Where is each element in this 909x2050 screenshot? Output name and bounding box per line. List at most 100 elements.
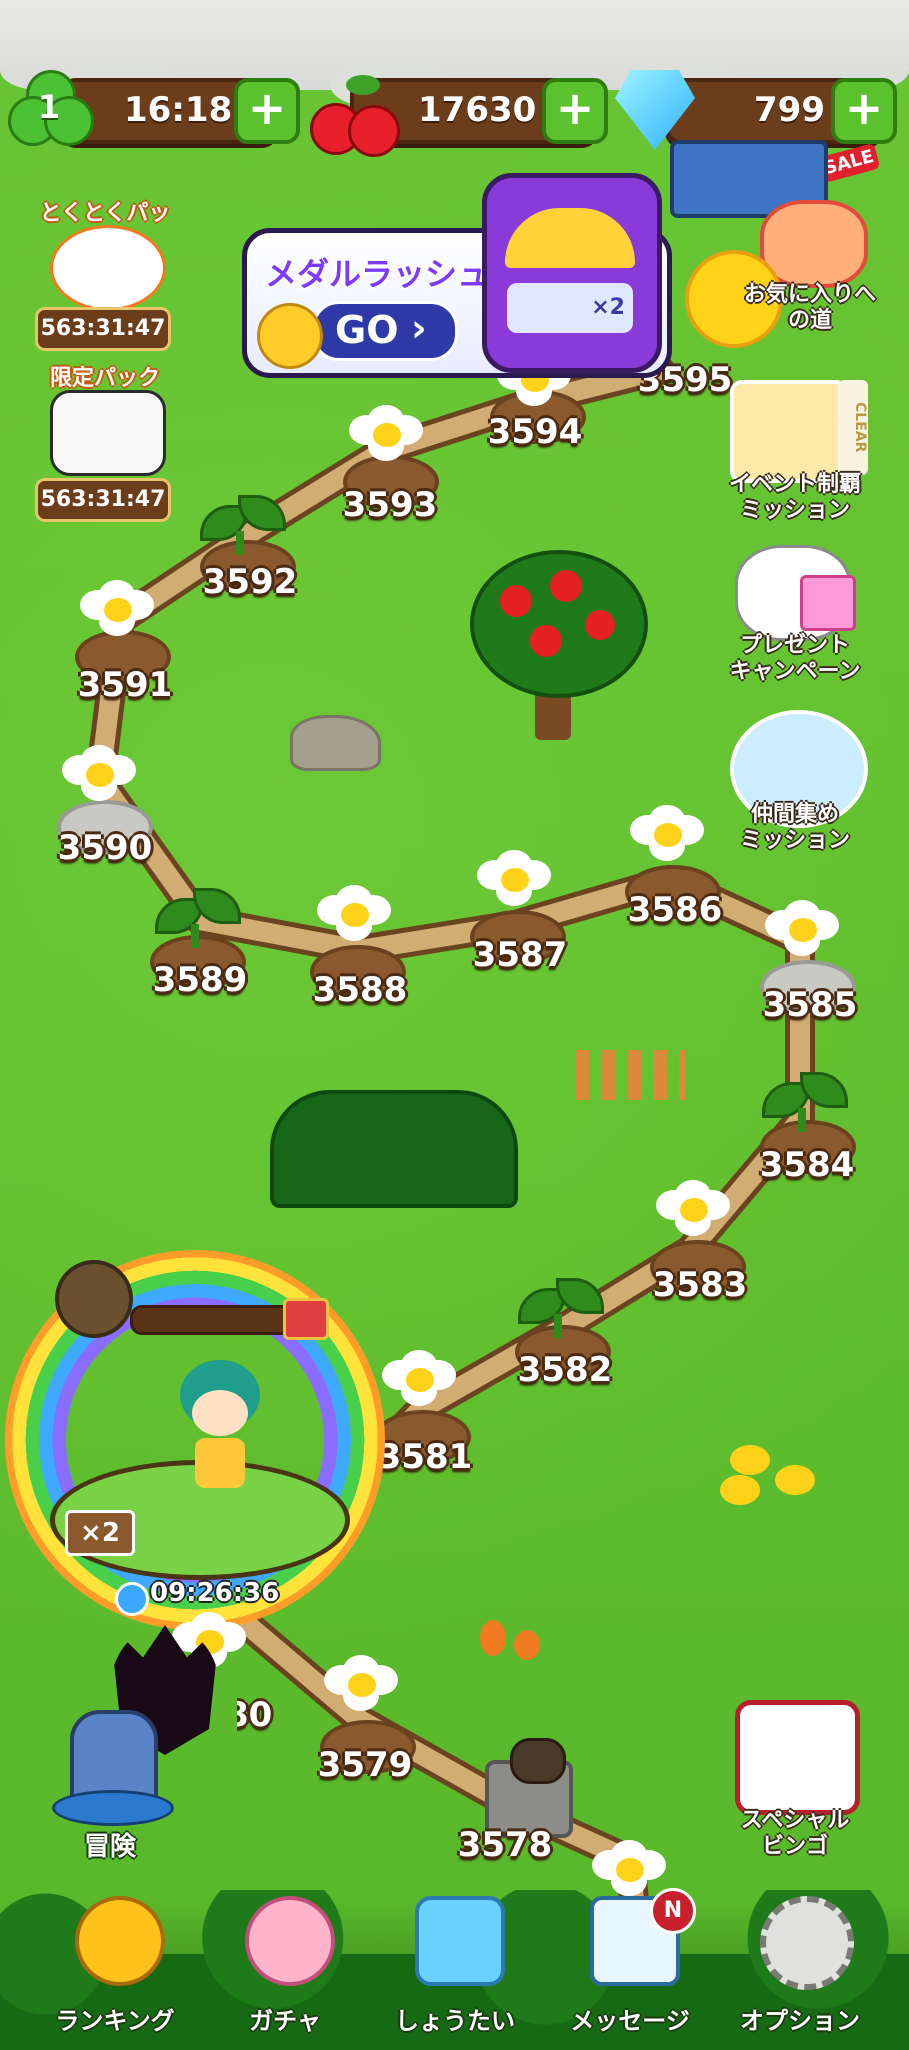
stage-3587[interactable]: 3587 (460, 935, 580, 975)
pack-title: 限定パック (49, 366, 160, 391)
multiplier-label: ×2 (507, 283, 633, 333)
flower-icon (80, 580, 154, 640)
gem-count: 799 (754, 90, 825, 130)
nav-option-label: オプション (740, 2007, 860, 2035)
character (170, 1360, 270, 1490)
nav-invite[interactable]: しょうたい (380, 1896, 530, 2036)
sprout-icon (155, 888, 241, 948)
flower-icon (317, 885, 391, 945)
clover-timer: 16:18 (124, 90, 233, 130)
slot-machine-icon: ×2 (482, 173, 662, 373)
event-mission-label: イベント制覇 ミッション (728, 472, 861, 523)
explorer-icon (730, 380, 848, 483)
level-number: 1 (37, 88, 61, 126)
flower-icon (349, 405, 423, 465)
special-bingo-label: スペシャル ビンゴ (740, 1808, 850, 1859)
tower-base (52, 1790, 174, 1826)
carrots (480, 1600, 550, 1660)
stage-3584[interactable]: 3584 (747, 1145, 867, 1185)
bunny-icon (245, 1896, 335, 1986)
special-bingo-button[interactable]: スペシャル ビンゴ (720, 1700, 870, 1859)
go-button[interactable]: GO › (312, 301, 458, 361)
stage-3594[interactable]: 3594 (475, 412, 595, 452)
bush (270, 1090, 518, 1208)
lock-icon (510, 1738, 566, 1784)
stage-3579[interactable]: 3579 (305, 1745, 425, 1785)
gear-icon (760, 1896, 854, 1990)
add-gem-button[interactable]: + (831, 78, 897, 144)
gift-box-icon (800, 575, 856, 631)
event-mission-button[interactable]: CLEAR イベント制覇 ミッション (720, 380, 870, 523)
pack-ghosts-icon (50, 390, 166, 476)
fence (575, 1050, 685, 1100)
flower-icon (324, 1655, 398, 1715)
nav-message[interactable]: N メッセージ (555, 1888, 705, 2036)
bingo-card-icon (735, 1700, 860, 1815)
flower-icon (382, 1350, 456, 1410)
present-campaign-label: プレゼント キャンペーン (729, 633, 861, 684)
pack-timer: 563:31:47 (35, 307, 171, 351)
stage-3578[interactable]: 3578 (445, 1825, 565, 1865)
new-badge: N (650, 1888, 696, 1934)
yellow-flowers (720, 1445, 830, 1505)
stage-3589[interactable]: 3589 (140, 960, 260, 1000)
flower-icon (630, 805, 704, 865)
bunny-coin-icon (257, 303, 323, 369)
flower-icon (62, 745, 136, 805)
stage-3586[interactable]: 3586 (615, 890, 735, 930)
friends-mission-button[interactable]: 仲間集め ミッション (720, 710, 870, 853)
stage-3582[interactable]: 3582 (505, 1350, 625, 1390)
nav-gacha-label: ガチャ (249, 2007, 321, 2035)
nav-gacha[interactable]: ガチャ (210, 1896, 360, 2036)
flower-icon (656, 1180, 730, 1240)
go-label: GO (335, 308, 399, 352)
present-campaign-button[interactable]: プレゼント キャンペーン (720, 545, 870, 685)
favorites-road-label: お気に入りへの道 (743, 282, 876, 333)
trophy-icon (75, 1896, 165, 1986)
sprout-icon (518, 1278, 604, 1338)
cherry-count: 17630 (418, 90, 537, 130)
player-timer: 09:26:36 (150, 1578, 280, 1608)
clear-badge: CLEAR (838, 380, 868, 475)
sprout-icon (200, 495, 286, 555)
banner-title: メダルラッシュ (265, 255, 490, 293)
clover-bar[interactable]: 16:18 + (60, 78, 300, 144)
friends-mission-label: 仲間集め ミッション (739, 802, 850, 853)
invite-icon (415, 1896, 505, 1986)
rock (290, 715, 381, 771)
stage-3590[interactable]: 3590 (45, 828, 165, 868)
nav-invite-label: しょうたい (395, 2007, 515, 2035)
limited-pack-button[interactable]: 限定パック 563:31:47 (30, 360, 180, 522)
flower-icon (765, 900, 839, 960)
gem-bar[interactable]: 799 + (665, 78, 897, 144)
sprout-icon (762, 1072, 848, 1132)
stage-3585[interactable]: 3585 (750, 985, 870, 1025)
add-cherry-button[interactable]: + (542, 78, 608, 144)
nav-ranking-label: ランキング (55, 2007, 175, 2035)
stage-3588[interactable]: 3588 (300, 970, 420, 1010)
treasure-chest-icon (283, 1298, 329, 1340)
player-island[interactable]: ×2 09:26:36 (0, 1240, 390, 1630)
add-clover-button[interactable]: + (234, 78, 300, 144)
cherry-icon (310, 75, 400, 157)
favorites-road-button[interactable]: お気に入りへの道 (685, 190, 885, 348)
stage-3593[interactable]: 3593 (330, 485, 450, 525)
nav-message-label: メッセージ (570, 2007, 690, 2035)
adventure-button[interactable]: 冒険 (40, 1690, 180, 1862)
scroll-icon (55, 1260, 133, 1338)
stage-3583[interactable]: 3583 (640, 1265, 760, 1305)
nav-ranking[interactable]: ランキング (40, 1896, 190, 2036)
clock-icon (115, 1582, 149, 1616)
adventure-label: 冒険 (83, 1832, 136, 1862)
multiplier-badge: ×2 (65, 1510, 135, 1556)
clover-icon: 1 (8, 70, 94, 150)
stage-3591[interactable]: 3591 (65, 665, 185, 705)
nav-option[interactable]: オプション (725, 1896, 875, 2036)
chevron-right-icon: › (411, 306, 427, 350)
pack-timer: 563:31:47 (35, 478, 171, 522)
stage-3592[interactable]: 3592 (190, 562, 310, 602)
progress-bar (130, 1305, 306, 1335)
flower-icon (477, 850, 551, 910)
toku-toku-pack-button[interactable]: とくとくパック 563:31:47 (30, 195, 180, 355)
medal-rush-banner[interactable]: メダルラッシュ GO › ×2 (242, 173, 672, 378)
